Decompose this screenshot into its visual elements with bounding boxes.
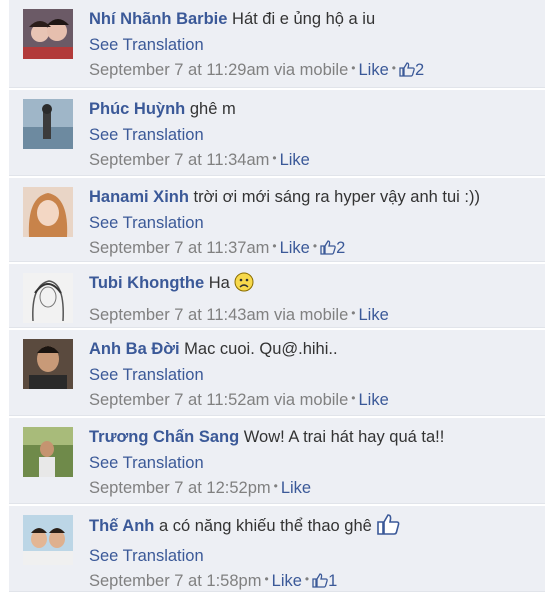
see-translation-link[interactable]: See Translation (89, 451, 539, 475)
like-count[interactable]: 2 (336, 239, 345, 257)
separator-dot: • (312, 239, 318, 253)
avatar[interactable] (23, 187, 73, 237)
frown-emoticon-icon (234, 272, 254, 299)
thumbs-up-icon[interactable] (320, 238, 336, 262)
comment-via: via mobile (273, 306, 349, 324)
comment-author[interactable]: Tubi Khongthe (89, 274, 204, 292)
comment-timestamp[interactable]: September 7 at 11:52am (89, 391, 269, 409)
comment-via: via mobile (273, 391, 349, 409)
like-count[interactable]: 1 (328, 572, 337, 590)
avatar[interactable] (23, 427, 73, 477)
comment-item: Anh Ba Đời Mac cuoi. Qu@.hihi.. See Tran… (9, 330, 545, 416)
see-translation-link[interactable]: See Translation (89, 33, 539, 57)
thumbs-up-icon[interactable] (312, 571, 328, 595)
like-link[interactable]: Like (358, 61, 388, 79)
comment-author[interactable]: Thế Anh (89, 517, 154, 535)
avatar[interactable] (23, 339, 73, 389)
comment-item: Nhí Nhãnh Barbie Hát đi e ủng hộ a iu Se… (9, 0, 545, 88)
separator-dot: • (264, 572, 269, 586)
see-translation-link[interactable]: See Translation (89, 211, 539, 235)
avatar[interactable] (23, 515, 73, 565)
comment-timestamp[interactable]: September 7 at 11:34am (89, 151, 269, 169)
separator-dot: • (272, 151, 277, 165)
comment-timestamp[interactable]: September 7 at 11:37am (89, 239, 269, 257)
like-link[interactable]: Like (281, 479, 311, 497)
avatar[interactable] (23, 9, 73, 59)
comment-item: Hanami Xinh trời ơi mới sáng ra hyper vậ… (9, 178, 545, 262)
comment-item: Thế Anh a có năng khiếu thể thao ghê See… (9, 506, 545, 592)
like-link[interactable]: Like (272, 572, 302, 590)
comment-text: Wow! A trai hát hay quá ta!! (243, 428, 445, 446)
like-link[interactable]: Like (358, 306, 388, 324)
like-link[interactable]: Like (358, 391, 388, 409)
comment-timestamp[interactable]: September 7 at 12:52pm (89, 479, 271, 497)
separator-dot: • (391, 61, 396, 75)
comment-timestamp[interactable]: September 7 at 11:29am (89, 61, 269, 79)
see-translation-link[interactable]: See Translation (89, 544, 539, 568)
comment-item: Phúc Huỳnh ghê m See Translation Septemb… (9, 90, 545, 176)
comment-via: via mobile (273, 61, 349, 79)
avatar[interactable] (23, 273, 73, 323)
separator-dot: • (273, 479, 278, 493)
comment-text: ghê m (189, 100, 236, 118)
see-translation-link[interactable]: See Translation (89, 123, 539, 147)
separator-dot: • (304, 572, 310, 586)
thumbs-up-emoticon-icon (376, 513, 400, 542)
comment-author[interactable]: Nhí Nhãnh Barbie (89, 10, 227, 28)
comment-author[interactable]: Trương Chấn Sang (89, 428, 239, 446)
separator-dot: • (351, 391, 356, 405)
see-translation-link[interactable]: See Translation (89, 363, 539, 387)
comment-timestamp[interactable]: September 7 at 1:58pm (89, 572, 261, 590)
separator-dot: • (351, 61, 356, 75)
comment-text: Ha (208, 274, 230, 292)
comment-timestamp[interactable]: September 7 at 11:43am (89, 306, 269, 324)
comment-author[interactable]: Phúc Huỳnh (89, 100, 185, 118)
comment-text: a có năng khiếu thể thao ghê (158, 517, 372, 535)
comment-text: Mac cuoi. Qu@.hihi.. (184, 340, 338, 358)
like-link[interactable]: Like (280, 239, 310, 257)
comment-text: trời ơi mới sáng ra hyper vậy anh tui :)… (193, 188, 481, 206)
avatar[interactable] (23, 99, 73, 149)
separator-dot: • (272, 239, 277, 253)
comment-item: Trương Chấn Sang Wow! A trai hát hay quá… (9, 418, 545, 504)
separator-dot: • (351, 306, 356, 320)
comment-list: Nhí Nhãnh Barbie Hát đi e ủng hộ a iu Se… (0, 0, 550, 592)
thumbs-up-icon[interactable] (399, 60, 415, 84)
like-link[interactable]: Like (280, 151, 310, 169)
comment-text: Hát đi e ủng hộ a iu (232, 10, 376, 28)
comment-author[interactable]: Hanami Xinh (89, 188, 189, 206)
comment-author[interactable]: Anh Ba Đời (89, 340, 180, 358)
comment-item: Tubi Khongthe Ha September 7 at 11:43am … (9, 264, 545, 328)
like-count[interactable]: 2 (415, 61, 424, 79)
